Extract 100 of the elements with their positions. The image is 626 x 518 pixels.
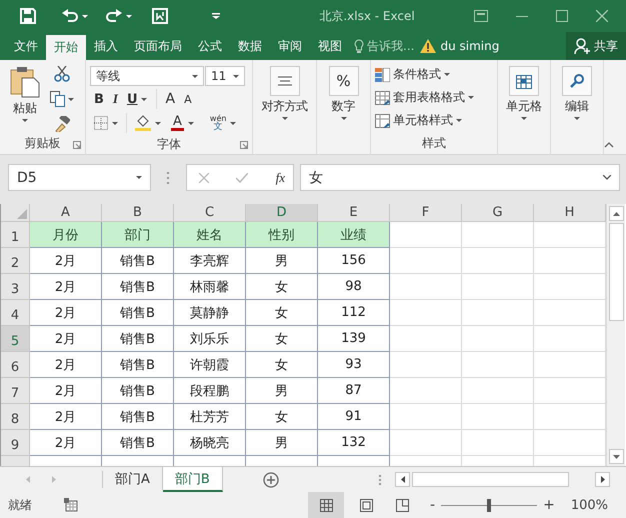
ribbon-tab[interactable]: 文件 (6, 32, 46, 60)
table-cell (390, 430, 462, 456)
column-header[interactable]: G (462, 204, 534, 222)
ribbon-tab[interactable]: 页面布局 (126, 32, 190, 60)
caret-icon[interactable] (340, 117, 346, 120)
caret-icon[interactable] (126, 14, 132, 18)
row-header[interactable]: 8 (1, 404, 30, 430)
caret-icon[interactable] (282, 117, 288, 120)
scissors-icon[interactable] (54, 66, 70, 82)
warning-icon (420, 39, 436, 53)
phonetic-guide-button[interactable]: wén 文 (210, 114, 226, 132)
font-name-field[interactable]: 等线 (90, 66, 204, 86)
zoom-in-button[interactable]: + (543, 497, 555, 513)
scroll-left-button[interactable] (395, 472, 410, 487)
grow-font-button[interactable]: A (166, 91, 176, 107)
paste-button[interactable]: 粘贴 (4, 63, 40, 134)
scroll-up-button[interactable] (608, 206, 624, 221)
scroll-thumb[interactable] (608, 223, 624, 321)
caret-icon[interactable] (155, 122, 161, 124)
save-icon[interactable] (20, 8, 36, 24)
scroll-thumb[interactable] (412, 472, 569, 487)
table-cell: 2月 (30, 274, 102, 300)
style-menu-button[interactable]: 条件格式 (375, 63, 450, 86)
ribbon-tab[interactable]: 数据 (230, 32, 270, 60)
maximize-icon[interactable] (556, 10, 568, 22)
caret-icon[interactable] (68, 98, 74, 100)
table-cell: 林雨馨 (174, 274, 246, 300)
check-icon[interactable] (236, 172, 248, 182)
copy-icon[interactable] (50, 91, 65, 107)
insert-function-button[interactable]: fx (276, 170, 285, 186)
redo-icon[interactable] (106, 9, 122, 23)
normal-view-button[interactable] (308, 492, 344, 518)
column-header[interactable]: B (102, 204, 174, 222)
sheet-tab[interactable]: 部门B (162, 467, 223, 492)
add-sheet-icon[interactable] (262, 472, 279, 488)
ribbon-display-icon[interactable] (474, 10, 488, 22)
italic-button[interactable]: I (112, 91, 118, 107)
caret-icon[interactable] (112, 122, 118, 124)
close-icon[interactable] (596, 10, 608, 22)
row-header[interactable]: 3 (1, 274, 30, 300)
table-cell: 销售B (102, 378, 174, 404)
tell-me-field[interactable]: 告诉我... (367, 38, 414, 54)
ribbon-tab[interactable]: 公式 (190, 32, 230, 60)
borders-icon[interactable] (94, 116, 108, 130)
column-header[interactable]: D (246, 204, 318, 222)
dialog-launcher-icon[interactable] (240, 141, 248, 149)
fill-color-icon[interactable] (135, 115, 151, 131)
row-header[interactable]: 9 (1, 430, 30, 456)
editing-button[interactable]: 编辑 (555, 63, 599, 134)
caret-icon[interactable] (140, 98, 147, 100)
ribbon-tab[interactable]: 审阅 (270, 32, 310, 60)
touch-mode-icon[interactable] (152, 8, 168, 24)
share-button[interactable]: 共享 (566, 32, 626, 60)
dialog-launcher-icon[interactable] (73, 141, 81, 149)
underline-button[interactable]: U (126, 92, 138, 106)
table-cell (462, 248, 534, 274)
formula-field[interactable]: 女 (300, 164, 620, 191)
column-header[interactable]: A (30, 204, 102, 222)
shrink-font-button[interactable]: A (184, 92, 192, 106)
user-name[interactable]: du siming (440, 39, 500, 53)
row-header[interactable]: 7 (1, 378, 30, 404)
font-color-button[interactable]: A (171, 116, 184, 130)
style-menu-button[interactable]: 单元格样式 (375, 109, 462, 132)
macro-record-icon[interactable] (64, 498, 78, 512)
caret-icon[interactable] (82, 14, 88, 18)
row-header[interactable]: 4 (1, 300, 30, 326)
ribbon-tab[interactable]: 插入 (86, 32, 126, 60)
name-box[interactable]: D5 (8, 164, 151, 191)
alignment-button[interactable]: 对齐方式 (257, 63, 312, 134)
bold-button[interactable]: B (94, 92, 104, 106)
cells-button[interactable]: 单元格 (502, 63, 546, 134)
lightbulb-icon[interactable] (354, 38, 364, 54)
undo-icon[interactable] (62, 9, 78, 23)
ribbon-tab[interactable]: 开始 (46, 35, 86, 60)
caret-icon[interactable] (188, 122, 194, 124)
row-header[interactable]: 5 (1, 326, 30, 352)
customize-icon[interactable] (212, 13, 220, 19)
column-header[interactable]: F (390, 204, 462, 222)
scroll-right-button[interactable] (595, 472, 610, 487)
table-cell: 女 (246, 352, 318, 378)
caret-icon[interactable] (521, 117, 527, 120)
caret-icon[interactable] (230, 122, 236, 124)
grip-icon[interactable] (167, 172, 170, 184)
collapse-ribbon-icon[interactable] (604, 142, 614, 148)
caret-icon[interactable] (574, 117, 580, 120)
column-header[interactable]: H (534, 204, 606, 222)
format-painter-icon[interactable] (54, 116, 70, 132)
zoom-out-button[interactable]: - (430, 497, 436, 513)
number-format-button[interactable]: % 数字 (321, 63, 366, 134)
scroll-down-button[interactable] (608, 449, 624, 464)
column-header[interactable]: E (318, 204, 390, 222)
row-header[interactable]: 1 (1, 222, 30, 248)
row-header[interactable]: 2 (1, 248, 30, 274)
row-header[interactable]: 6 (1, 352, 30, 378)
caret-icon[interactable] (22, 119, 28, 122)
style-menu-button[interactable]: 套用表格格式 (375, 86, 474, 109)
column-header[interactable]: C (174, 204, 246, 222)
zoom-slider-thumb[interactable] (487, 498, 492, 512)
font-size-field[interactable]: 11 (205, 66, 245, 86)
ribbon-tab[interactable]: 视图 (310, 32, 350, 60)
